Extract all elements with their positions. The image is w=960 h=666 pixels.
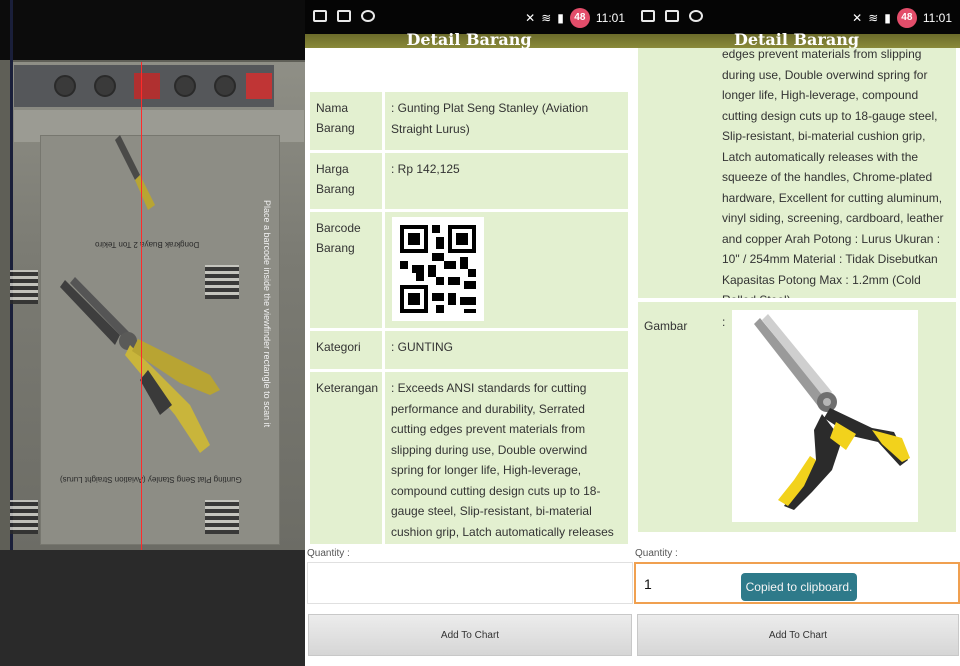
harga-value: : Rp 142,125 bbox=[385, 153, 628, 209]
clock: 11:01 bbox=[922, 11, 952, 25]
camera-product-label: Dongkrak Buaya 2 Ton Tekiro bbox=[95, 240, 200, 249]
wifi-icon: ≋ bbox=[868, 11, 879, 25]
gambar-value: : bbox=[716, 302, 956, 532]
phone-screen-detail: ✕ ≋ ▮ 48 11:01 Detail Barang Nama Barang… bbox=[305, 0, 633, 666]
scanner-hint-text: Place a barcode inside the viewfinder re… bbox=[262, 200, 272, 428]
page-title: Detail Barang bbox=[406, 30, 532, 49]
gambar-label: Gambar bbox=[638, 302, 716, 532]
kategori-value: : GUNTING bbox=[385, 331, 628, 369]
signal-icon: ▮ bbox=[884, 11, 891, 25]
battery-icon: 48 bbox=[569, 8, 590, 28]
camera-qr-code bbox=[205, 500, 239, 534]
detail-row-kategori: Kategori : GUNTING bbox=[310, 331, 628, 369]
page-title: Detail Barang bbox=[733, 30, 860, 49]
add-to-chart-button[interactable]: Add To Chart bbox=[308, 614, 632, 656]
product-qr-code bbox=[392, 217, 484, 321]
app-notification-icon bbox=[361, 10, 375, 22]
message-icon bbox=[337, 10, 351, 22]
scanner-laser-line bbox=[141, 62, 142, 550]
screenshot-collage: Dongkrak Buaya 2 Ton Tekiro Gunting Plat… bbox=[0, 0, 960, 666]
camera-black-top bbox=[0, 0, 305, 60]
add-to-chart-button[interactable]: Add To Chart bbox=[637, 614, 959, 656]
quantity-input[interactable] bbox=[307, 562, 633, 604]
camera-qr-code bbox=[10, 270, 38, 304]
gallery-icon bbox=[641, 10, 655, 22]
mute-icon: ✕ bbox=[852, 11, 863, 25]
signal-icon: ▮ bbox=[557, 11, 564, 25]
nama-value: : Gunting Plat Seng Stanley (Aviation St… bbox=[385, 92, 628, 150]
camera-scene-taskbar bbox=[14, 65, 274, 107]
quantity-label: Quantity : bbox=[635, 548, 678, 559]
qr-code-image bbox=[392, 217, 484, 321]
status-bar: ✕ ≋ ▮ 48 11:01 bbox=[305, 0, 633, 34]
mute-icon: ✕ bbox=[525, 11, 536, 25]
barcode-cell bbox=[385, 212, 628, 328]
clipboard-toast: Copied to clipboard. bbox=[741, 573, 857, 601]
detail-row-nama: Nama Barang : Gunting Plat Seng Stanley … bbox=[310, 92, 628, 150]
battery-icon: 48 bbox=[896, 8, 917, 28]
page-title-bar: Detail Barang bbox=[305, 30, 633, 49]
keterangan-value: edges prevent materials from slipping du… bbox=[716, 48, 956, 298]
keterangan-label-spacer bbox=[638, 48, 716, 298]
gambar-colon: : bbox=[722, 315, 726, 329]
clock: 11:01 bbox=[595, 11, 625, 25]
camera-tool-image bbox=[115, 135, 155, 210]
detail-row-barcode: Barcode Barang bbox=[310, 212, 628, 328]
camera-product-label: Gunting Plat Seng Stanley (Aviation Stra… bbox=[60, 475, 242, 484]
quantity-label: Quantity : bbox=[307, 548, 350, 559]
aviation-snips-icon bbox=[732, 310, 918, 522]
detail-row-harga: Harga Barang : Rp 142,125 bbox=[310, 153, 628, 209]
message-icon bbox=[665, 10, 679, 22]
camera-bottom-area bbox=[0, 550, 305, 666]
page-title-bar: Detail Barang bbox=[633, 30, 960, 49]
status-bar: ✕ ≋ ▮ 48 11:01 bbox=[633, 0, 960, 34]
detail-row-gambar: Gambar : bbox=[638, 302, 956, 532]
camera-qr-code bbox=[10, 500, 38, 534]
keterangan-value: : Exceeds ANSI standards for cutting per… bbox=[385, 372, 628, 544]
product-image bbox=[732, 310, 918, 522]
wifi-icon: ≋ bbox=[541, 11, 552, 25]
camera-tool-image bbox=[60, 277, 220, 453]
phone-screen-detail-scrolled: ✕ ≋ ▮ 48 11:01 Detail Barang edges preve… bbox=[633, 0, 960, 666]
detail-row-keterangan: Keterangan : Exceeds ANSI standards for … bbox=[310, 372, 628, 544]
keterangan-label: Keterangan bbox=[310, 372, 382, 544]
app-notification-icon bbox=[689, 10, 703, 22]
barcode-scanner-camera-view: Dongkrak Buaya 2 Ton Tekiro Gunting Plat… bbox=[0, 0, 305, 550]
detail-row-keterangan: edges prevent materials from slipping du… bbox=[638, 48, 956, 298]
nama-label: Nama Barang bbox=[310, 92, 382, 150]
gallery-icon bbox=[313, 10, 327, 22]
kategori-label: Kategori bbox=[310, 331, 382, 369]
barcode-label: Barcode Barang bbox=[310, 212, 382, 328]
harga-label: Harga Barang bbox=[310, 153, 382, 209]
